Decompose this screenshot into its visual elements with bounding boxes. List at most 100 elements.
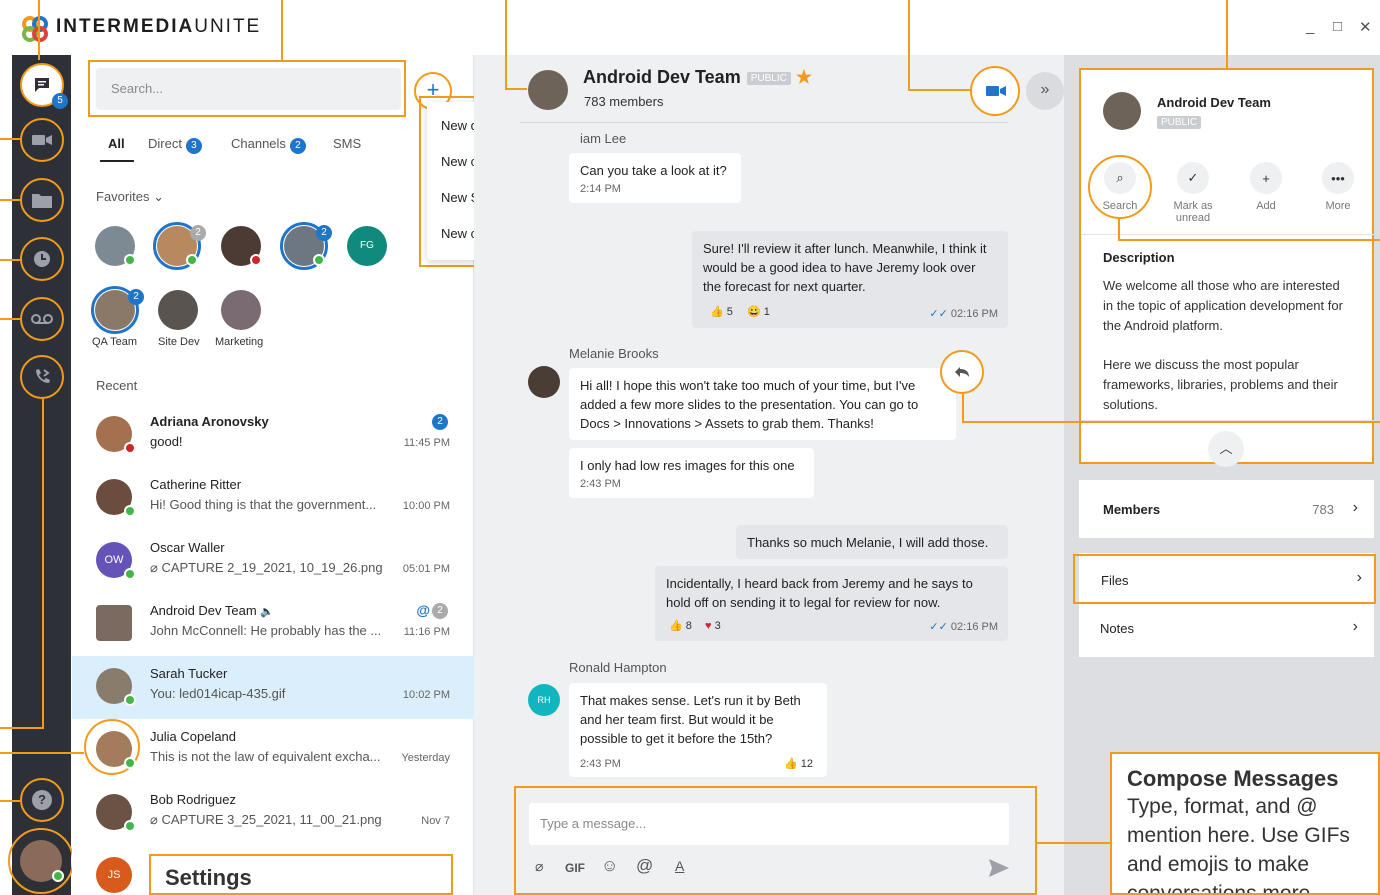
conversation-name: Catherine Ritter — [150, 477, 242, 492]
add-member-action[interactable]: + Add — [1236, 162, 1296, 212]
public-tag: PUBLIC — [1157, 116, 1202, 129]
presence-dot — [124, 694, 136, 706]
tab-channels-label: Channels — [231, 136, 286, 151]
list-item[interactable]: OW Oscar Waller ⌀ CAPTURE 2_19_2021, 10_… — [72, 530, 474, 593]
star-icon[interactable]: ★ — [796, 67, 812, 87]
expand-panel-button[interactable]: » — [1026, 72, 1064, 110]
format-text-icon[interactable]: A — [675, 858, 684, 874]
list-item[interactable]: Sarah Tucker You: led014icap-435.gif 10:… — [72, 656, 474, 719]
files-row[interactable]: Files › — [1073, 554, 1376, 604]
channel-avatar — [528, 70, 568, 110]
group-avatar-marketing[interactable] — [221, 290, 261, 330]
attach-icon[interactable]: ⌀ — [535, 858, 543, 875]
callout-line — [281, 0, 283, 60]
notes-row[interactable]: Notes › — [1079, 608, 1374, 657]
message-bubble[interactable]: Incidentally, I heard back from Jeremy a… — [655, 566, 1008, 641]
reply-button[interactable] — [940, 350, 984, 394]
tab-direct[interactable]: Direct 3 — [148, 136, 202, 154]
channel-title: Android Dev Team — [1157, 95, 1271, 110]
logo-bold: INTERMEDIA — [56, 16, 195, 37]
reaction-thumbs[interactable]: 👍 12 — [784, 755, 813, 774]
message-text: Can you take a look at it? — [580, 163, 727, 178]
paperclip-icon: ⌀ — [150, 560, 162, 575]
reaction-thumbs[interactable]: 👍 8 — [669, 617, 692, 636]
group-avatar-site-dev[interactable] — [158, 290, 198, 330]
mention-icon[interactable]: @ — [636, 856, 653, 876]
tab-sms[interactable]: SMS — [333, 136, 361, 151]
reply-icon — [955, 367, 969, 377]
chat-nav-button[interactable]: 5 — [20, 63, 68, 109]
voicemail-icon — [31, 314, 53, 324]
tab-channels[interactable]: Channels 2 — [231, 136, 306, 154]
chevron-right-icon: › — [1352, 499, 1358, 516]
gif-button[interactable]: GIF — [565, 861, 585, 875]
callout-line — [962, 421, 1380, 423]
avatar: JS — [96, 857, 132, 893]
video-nav-button[interactable] — [20, 118, 64, 162]
search-action[interactable]: ⌕ Search — [1090, 162, 1150, 212]
chevron-right-icon: › — [1352, 618, 1358, 635]
video-call-button[interactable] — [970, 66, 1020, 116]
message-bubble[interactable]: Sure! I'll review it after lunch. Meanwh… — [692, 231, 1008, 328]
list-item[interactable]: Android Dev Team 🔈 John McConnell: He pr… — [72, 593, 474, 656]
message-text: Thanks so much Melanie, I will add those… — [747, 535, 989, 550]
search-icon: ⌕ — [1104, 162, 1136, 194]
profile-button[interactable] — [8, 828, 74, 894]
list-item[interactable]: Julia Copeland This is not the law of eq… — [72, 719, 474, 782]
message-time-row: ✓✓ 02:16 PM — [929, 618, 998, 637]
member-count[interactable]: 783 members — [584, 94, 663, 109]
history-nav-button[interactable] — [20, 237, 64, 281]
list-item[interactable]: Catherine Ritter Hi! Good thing is that … — [72, 467, 474, 530]
favorites-toggle[interactable]: Favorites ⌄ — [96, 189, 164, 205]
callout-line — [0, 259, 20, 261]
read-check-icon: ✓✓ — [929, 308, 948, 320]
message-bubble[interactable]: That makes sense. Let's run it by Beth a… — [569, 683, 827, 777]
send-icon[interactable] — [989, 859, 1009, 877]
list-item[interactable]: Bob Rodriguez ⌀ CAPTURE 3_25_2021, 11_00… — [72, 782, 474, 845]
message-sender: Ronald Hampton — [569, 660, 667, 675]
group-label: Site Dev — [158, 336, 200, 348]
emoji-icon[interactable]: ☺ — [601, 856, 618, 876]
intermedia-logo-icon — [22, 16, 48, 42]
chat-unread-badge: 5 — [52, 93, 68, 109]
favorite-avatar-fg[interactable]: FG — [347, 226, 387, 266]
message-input[interactable]: Type a message... — [529, 803, 1009, 845]
members-row[interactable]: Members 783 › — [1079, 480, 1374, 538]
reaction-smile[interactable]: 😀 1 — [747, 303, 770, 322]
message-bubble[interactable]: I only had low res images for this one 2… — [569, 448, 814, 498]
notes-label: Notes — [1100, 621, 1134, 636]
callout-title: Settings — [165, 865, 252, 890]
tab-all[interactable]: All — [108, 136, 125, 151]
action-label: Mark as unread — [1173, 200, 1213, 224]
call-forward-nav-button[interactable] — [20, 355, 64, 399]
action-label: Search — [1102, 200, 1138, 212]
message-time: 2:43 PM — [580, 758, 621, 770]
close-icon[interactable]: ✕ — [1359, 18, 1372, 36]
divider — [1081, 234, 1374, 235]
message-bubble[interactable]: Can you take a look at it? 2:14 PM — [569, 153, 741, 203]
reaction-heart[interactable]: ♥ 3 — [705, 617, 721, 636]
more-action[interactable]: ••• More — [1308, 162, 1368, 212]
mention-icon: @ — [416, 602, 430, 618]
minimize-icon[interactable]: _ — [1306, 18, 1314, 35]
mark-unread-action[interactable]: ✓ Mark as unread — [1163, 162, 1223, 224]
maximize-icon[interactable]: □ — [1333, 18, 1342, 35]
search-input[interactable]: Search... — [96, 68, 401, 110]
reaction-thumbs[interactable]: 👍 5 — [710, 303, 733, 322]
description-heading: Description — [1103, 250, 1175, 265]
message-bubble[interactable]: Hi all! I hope this won't take too much … — [569, 368, 956, 440]
reaction-count: 5 — [726, 306, 733, 318]
message-sender: iam Lee — [580, 131, 627, 146]
action-label: Add — [1256, 200, 1276, 212]
message-bubble[interactable]: Thanks so much Melanie, I will add those… — [736, 525, 1008, 559]
conversation-time: 10:00 PM — [402, 500, 450, 512]
voicemail-nav-button[interactable] — [20, 297, 64, 341]
logo-light: UNITE — [194, 16, 262, 37]
collapse-button[interactable]: ︿ — [1208, 431, 1244, 467]
help-nav-button[interactable]: ? — [20, 778, 64, 822]
presence-dot — [313, 254, 325, 266]
check-circle-icon: ✓ — [1177, 162, 1209, 194]
list-item[interactable]: Adriana Aronovsky good! 2 11:45 PM — [72, 404, 474, 467]
message-time: 02:16 PM — [950, 621, 998, 633]
files-nav-button[interactable] — [20, 178, 64, 222]
